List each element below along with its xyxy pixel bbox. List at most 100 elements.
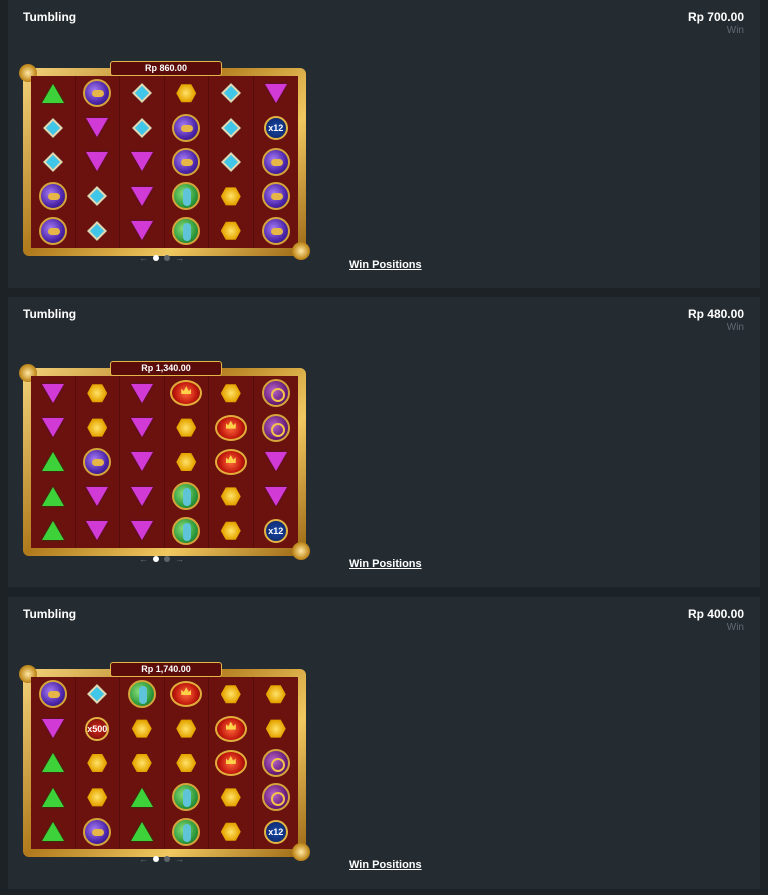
wings-icon [79,725,120,736]
grid-cell [165,144,209,180]
grid-cell [165,745,209,781]
pink-triangle-icon [86,118,109,138]
purple-orb-icon [38,680,67,709]
grid-cell [120,780,165,815]
prev-arrow-icon[interactable]: ← [139,554,148,564]
grid-cell [209,144,254,180]
ring-orb-icon [261,413,290,442]
pink-triangle-icon [130,383,153,403]
grid-cell [209,213,254,248]
multiplier-icon: x12 [257,518,298,543]
page-dot[interactable] [153,556,159,562]
yellow-hex-icon [220,685,241,704]
pink-triangle-icon [130,452,153,472]
grid-cell [209,76,254,111]
grid-cell [31,780,76,815]
page-dot[interactable] [153,255,159,261]
grid-cell [209,110,254,145]
green-triangle-icon [41,753,64,773]
win-positions-link[interactable]: Win Positions [349,558,422,570]
grid-cell: x12 [254,815,299,849]
round-title: Tumbling [23,10,77,24]
win-positions-link[interactable]: Win Positions [349,859,422,871]
grid-cell [76,479,120,514]
grid-cell [209,711,254,746]
grid-cell: x500 [76,711,120,746]
multiplier-icon: x500 [79,716,120,741]
purple-orb-icon [38,216,67,245]
grid-cell [120,110,165,145]
win-positions-link[interactable]: Win Positions [349,259,422,271]
grid-cell [31,410,76,445]
round-card: Tumbling Rp 480.00 Win Rp 1,340.00 x12 ←… [8,297,760,587]
grid-cell [209,376,254,411]
purple-orb-icon [261,216,290,245]
grid-cell [209,780,254,815]
yellow-hex-icon [265,719,286,738]
win-amount: Rp 700.00 [687,10,744,24]
grid-cell [120,513,165,548]
green-orb-icon [172,817,201,846]
green-triangle-icon [130,787,153,807]
reel-frame: Rp 1,340.00 x12 [19,361,310,560]
green-orb-icon [172,482,201,511]
grid-cell [254,376,299,410]
next-arrow-icon[interactable]: → [175,253,184,263]
yellow-hex-icon [87,753,108,772]
blue-diamond-icon [131,117,152,138]
yellow-hex-icon [176,753,197,772]
pink-triangle-icon [264,83,287,103]
pink-triangle-icon [130,221,153,241]
grid-cell [31,513,76,548]
wings-icon [257,828,298,839]
grid-cell [254,76,299,110]
blue-diamond-icon [42,117,63,138]
round-title: Tumbling [23,607,77,621]
pink-triangle-icon [41,418,64,438]
next-arrow-icon[interactable]: → [175,554,184,564]
purple-orb-icon [261,182,290,211]
green-triangle-icon [41,83,64,103]
red-crown-icon [214,448,247,475]
page-dot[interactable] [164,255,170,261]
grid-cell [31,711,76,746]
grid-cell [254,179,299,213]
red-crown-icon [214,749,247,776]
grid-cell [31,814,76,849]
grid-cell [165,110,209,145]
pagination: ← → [139,253,184,263]
grid-cell: x12 [254,110,299,144]
next-arrow-icon[interactable]: → [175,854,184,864]
grid-cell [209,479,254,514]
green-triangle-icon [41,486,64,506]
prev-arrow-icon[interactable]: ← [139,854,148,864]
grid-cell [165,410,209,445]
green-triangle-icon [41,787,64,807]
page-dot[interactable] [164,556,170,562]
pink-triangle-icon [41,383,64,403]
blue-diamond-icon [220,117,241,138]
grid-cell [165,444,209,480]
pink-triangle-icon [86,152,109,172]
grid-cell [120,479,165,514]
yellow-hex-icon [176,418,197,437]
grid-cell [165,376,209,411]
grid-cell [254,145,299,179]
pink-triangle-icon [86,521,109,541]
grid-cell [76,745,120,781]
page-dot[interactable] [164,856,170,862]
yellow-hex-icon [265,685,286,704]
win-label: Win [726,622,744,633]
green-triangle-icon [41,452,64,472]
balance-banner: Rp 1,340.00 [110,361,222,376]
balance-banner: Rp 1,740.00 [110,662,222,677]
page-dot[interactable] [153,856,159,862]
green-triangle-icon [41,521,64,541]
grid-cell [254,780,299,814]
prev-arrow-icon[interactable]: ← [139,253,148,263]
win-label: Win [726,322,744,333]
multiplier-icon: x12 [257,819,298,844]
grid-cell [120,376,165,411]
grid-cell [254,746,299,780]
win-label: Win [726,25,744,36]
